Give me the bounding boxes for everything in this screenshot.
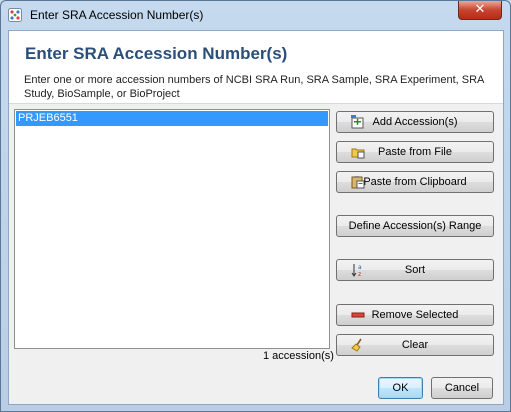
list-item[interactable]: PRJEB6551 — [16, 111, 328, 126]
remove-icon — [351, 308, 365, 322]
clipboard-icon — [351, 175, 365, 189]
clear-label: Clear — [401, 339, 429, 351]
add-icon — [351, 115, 365, 129]
paste-from-clipboard-button[interactable]: Paste from Clipboard — [336, 171, 494, 193]
sort-az-icon: az — [351, 263, 365, 278]
dialog-heading: Enter SRA Accession Number(s) — [25, 44, 288, 63]
add-accessions-label: Add Accession(s) — [372, 116, 458, 128]
window-title: Enter SRA Accession Number(s) — [30, 8, 204, 22]
cancel-button[interactable]: Cancel — [431, 377, 493, 399]
define-range-button[interactable]: Define Accession(s) Range — [336, 215, 494, 237]
broom-icon — [351, 338, 365, 352]
accession-list[interactable]: PRJEB6551 — [14, 109, 330, 349]
svg-text:a: a — [358, 264, 362, 271]
dialog-content: Enter SRA Accession Number(s) Enter one … — [8, 30, 504, 405]
close-icon: ✕ — [474, 2, 486, 17]
dialog-header: Enter SRA Accession Number(s) Enter one … — [9, 31, 503, 104]
sort-label: Sort — [404, 264, 426, 276]
title-bar[interactable]: Enter SRA Accession Number(s) ✕ — [1, 1, 510, 29]
folder-icon — [351, 145, 365, 159]
accession-count: 1 accession(s) — [263, 350, 334, 362]
dialog-window: Enter SRA Accession Number(s) ✕ Enter SR… — [0, 0, 511, 412]
dialog-description: Enter one or more accession numbers of N… — [24, 74, 484, 100]
close-button[interactable]: ✕ — [458, 1, 502, 20]
paste-from-file-label: Paste from File — [378, 146, 452, 158]
svg-text:z: z — [358, 271, 361, 277]
app-icon — [8, 8, 22, 22]
define-range-label: Define Accession(s) Range — [348, 220, 482, 232]
ok-button[interactable]: OK — [378, 377, 423, 399]
paste-from-file-button[interactable]: Paste from File — [336, 141, 494, 163]
remove-selected-label: Remove Selected — [371, 309, 459, 321]
sort-button[interactable]: az Sort — [336, 259, 494, 281]
clear-button[interactable]: Clear — [336, 334, 494, 356]
add-accessions-button[interactable]: Add Accession(s) — [336, 111, 494, 133]
paste-from-clipboard-label: Paste from Clipboard — [363, 176, 467, 188]
remove-selected-button[interactable]: Remove Selected — [336, 304, 494, 326]
